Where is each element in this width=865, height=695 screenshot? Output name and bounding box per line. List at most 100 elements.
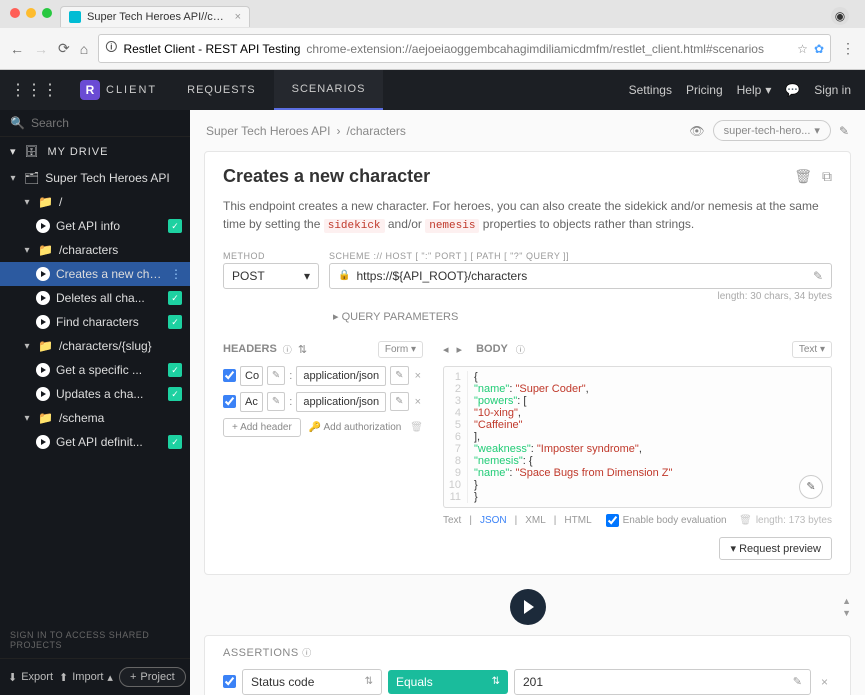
tree-request[interactable]: Find characters ✓ [0, 310, 190, 334]
edit-header-icon[interactable]: ✎ [267, 392, 285, 411]
tree-folder[interactable]: ▾ 📁 /schema [0, 406, 190, 430]
pricing-link[interactable]: Pricing [686, 83, 723, 97]
headers-view-dropdown[interactable]: Form ▾ [378, 341, 423, 358]
breadcrumb-current[interactable]: /characters [347, 124, 406, 138]
browser-tab[interactable]: Super Tech Heroes API//char... × [60, 6, 250, 27]
signin-link[interactable]: Sign in [814, 83, 851, 97]
assertion-operator-select[interactable]: Equals⇅ [388, 670, 508, 694]
tree-request[interactable]: Get API definit... ✓ [0, 430, 190, 454]
maximize-window-button[interactable] [42, 8, 52, 18]
edit-header-icon[interactable]: ✎ [267, 366, 285, 385]
header-name[interactable]: Ac [240, 392, 263, 412]
add-authorization-button[interactable]: 🔑 Add authorization [309, 422, 402, 433]
status-check-icon: ✓ [168, 435, 182, 449]
info-icon[interactable]: ⓘ [283, 343, 292, 356]
tree-folder[interactable]: ▾ 📁 /characters [0, 238, 190, 262]
close-window-button[interactable] [10, 8, 20, 18]
sidebar-search[interactable]: 🔍 [0, 110, 190, 137]
header-value[interactable]: application/json [296, 392, 386, 412]
format-json[interactable]: JSON [480, 515, 507, 526]
tree-request[interactable]: Deletes all cha... ✓ [0, 286, 190, 310]
home-button[interactable]: ⌂ [80, 41, 88, 57]
format-xml[interactable]: XML [525, 515, 546, 526]
body-type-dropdown[interactable]: Text ▾ [792, 341, 832, 358]
edit-header-icon[interactable]: ✎ [390, 366, 408, 385]
header-enable-checkbox[interactable] [223, 395, 236, 408]
url-input[interactable]: 🔒 https://${API_ROOT}/characters ✎ [329, 263, 832, 289]
step-up-icon[interactable]: ▲ [842, 596, 851, 606]
prev-tab-icon[interactable]: ◂ [443, 343, 449, 356]
assertion-source-select[interactable]: Status code⇅ [242, 669, 382, 695]
reload-button[interactable]: ⟳ [58, 40, 70, 57]
request-panel: Creates a new character 🗑 ⧉ This endpoin… [204, 151, 851, 575]
query-params-toggle[interactable]: QUERY PARAMETERS [333, 310, 832, 323]
next-tab-icon[interactable]: ▸ [457, 343, 463, 356]
remove-header-icon[interactable]: × [413, 370, 423, 382]
close-tab-icon[interactable]: × [235, 11, 241, 23]
edit-header-icon[interactable]: ✎ [390, 392, 408, 411]
tree-request[interactable]: Get API info ✓ [0, 214, 190, 238]
tree-request[interactable]: Updates a cha... ✓ [0, 382, 190, 406]
add-header-button[interactable]: + Add header [223, 418, 301, 437]
remove-header-icon[interactable]: × [413, 396, 423, 408]
environment-selector[interactable]: super-tech-hero... ▾ [713, 120, 831, 141]
help-menu[interactable]: Help ▾ [737, 83, 772, 97]
drive-header[interactable]: ▾ 🗄 MY DRIVE [0, 137, 190, 166]
step-down-icon[interactable]: ▼ [842, 608, 851, 618]
caret-icon: ▾ [22, 197, 32, 208]
clear-body-icon[interactable]: 🗑 [739, 515, 752, 526]
visibility-icon[interactable]: 👁 [689, 124, 704, 138]
delete-icon[interactable]: 🗑 [794, 168, 812, 185]
import-button[interactable]: ⬆ Import ▴ [59, 671, 113, 684]
info-icon[interactable]: ⓘ [516, 343, 525, 356]
minimize-window-button[interactable] [26, 8, 36, 18]
chat-icon[interactable]: 💬 [785, 83, 800, 97]
app-logo[interactable]: R CLIENT [68, 80, 169, 100]
edit-url-icon[interactable]: ✎ [813, 269, 823, 283]
run-button[interactable] [510, 589, 546, 625]
info-icon[interactable]: ⓘ [302, 648, 312, 658]
new-project-button[interactable]: + Project [119, 667, 186, 687]
header-name[interactable]: Co [240, 366, 263, 386]
favicon [69, 11, 81, 23]
nav-requests[interactable]: REQUESTS [169, 70, 274, 110]
assertion-enable-checkbox[interactable] [223, 675, 236, 688]
site-info-icon[interactable]: 🛈 [105, 38, 117, 59]
format-html[interactable]: HTML [564, 515, 591, 526]
header-enable-checkbox[interactable] [223, 369, 236, 382]
edit-icon[interactable]: ✎ [839, 124, 849, 138]
tree-project[interactable]: ▾ 🗂 Super Tech Heroes API [0, 166, 190, 190]
bookmark-icon[interactable]: ☆ [797, 42, 808, 56]
clear-headers-icon[interactable]: 🗑 [410, 422, 423, 433]
edit-icon[interactable]: ✎ [793, 675, 802, 688]
tree-request-selected[interactable]: Creates a new char... ⋮ [0, 262, 190, 286]
expand-editor-icon[interactable]: ✎ [799, 475, 823, 499]
remove-assertion-icon[interactable]: × [817, 675, 832, 689]
back-button[interactable]: ← [10, 41, 24, 57]
duplicate-icon[interactable]: ⧉ [822, 168, 832, 185]
menu-icon[interactable]: ⋮ [841, 40, 855, 57]
assertion-expected-input[interactable]: 201✎ [514, 669, 811, 695]
profile-avatar[interactable]: ◉ [831, 7, 849, 25]
request-preview-button[interactable]: ▾ Request preview [719, 537, 832, 560]
tree-request[interactable]: Get a specific ... ✓ [0, 358, 190, 382]
tree-folder[interactable]: ▾ 📁 /characters/{slug} [0, 334, 190, 358]
export-button[interactable]: ⬇ Export [8, 671, 53, 684]
apps-grid-icon[interactable]: ⋮⋮⋮ [0, 80, 68, 100]
nav-scenarios[interactable]: SCENARIOS [274, 70, 384, 110]
settings-link[interactable]: Settings [629, 83, 672, 97]
sort-icon[interactable]: ⇅ [298, 343, 307, 356]
more-icon[interactable]: ⋮ [170, 267, 182, 281]
body-eval-toggle[interactable]: Enable body evaluation [606, 514, 727, 527]
extension-icon[interactable]: ✿ [814, 42, 824, 56]
forward-button[interactable]: → [34, 41, 48, 57]
body-eval-checkbox[interactable] [606, 514, 619, 527]
address-bar[interactable]: 🛈 Restlet Client - REST API Testing chro… [98, 34, 831, 63]
format-text[interactable]: Text [443, 515, 461, 526]
search-input[interactable] [31, 116, 186, 130]
tree-folder[interactable]: ▾ 📁 / [0, 190, 190, 214]
header-value[interactable]: application/json [296, 366, 386, 386]
breadcrumb-root[interactable]: Super Tech Heroes API [206, 124, 331, 138]
method-select[interactable]: POST ▾ [223, 263, 319, 289]
body-editor[interactable]: 1{2 "name": "Super Coder",3 "powers": [4… [443, 366, 832, 508]
